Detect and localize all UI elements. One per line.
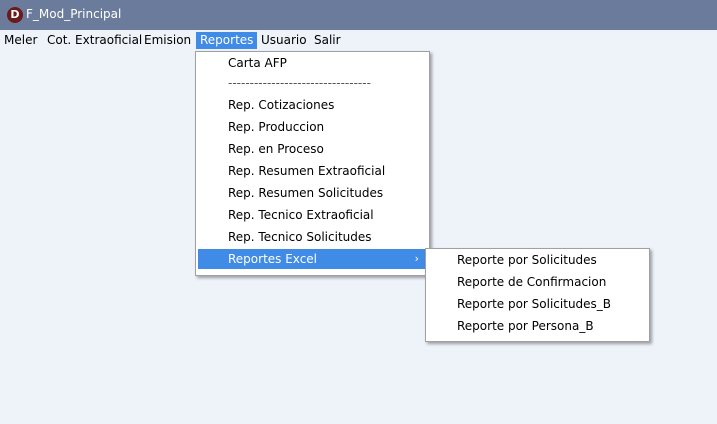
submenu-item-reporte-por-solicitudes-b[interactable]: Reporte por Solicitudes_B xyxy=(428,294,647,314)
menu-reportes[interactable]: Reportes xyxy=(196,32,258,49)
submenu-item-reporte-de-confirmacion[interactable]: Reporte de Confirmacion xyxy=(428,272,647,292)
app-logo-icon: D xyxy=(7,7,23,23)
menu-item-label: Rep. Produccion xyxy=(228,120,325,134)
menu-item-reportes-excel[interactable]: Reportes Excel › xyxy=(198,249,427,269)
menu-separator: --------------------------------- xyxy=(198,73,427,93)
submenu-item-label: Reporte por Solicitudes xyxy=(457,253,597,267)
menu-item-rep-cotizaciones[interactable]: Rep. Cotizaciones xyxy=(198,95,427,115)
submenu-item-label: Reporte por Persona_B xyxy=(457,319,594,333)
menu-item-label: Rep. Resumen Solicitudes xyxy=(228,186,384,200)
menu-item-label: Rep. Cotizaciones xyxy=(228,98,335,112)
submenu-item-label: Reporte de Confirmacion xyxy=(457,275,607,289)
menu-item-rep-en-proceso[interactable]: Rep. en Proceso xyxy=(198,139,427,159)
menu-item-rep-produccion[interactable]: Rep. Produccion xyxy=(198,117,427,137)
window-title: F_Mod_Principal xyxy=(26,7,122,21)
menu-item-label: Rep. Resumen Extraoficial xyxy=(228,164,386,178)
submenu-item-label: Reporte por Solicitudes_B xyxy=(457,297,612,311)
menu-item-rep-tecnico-extraoficial[interactable]: Rep. Tecnico Extraoficial xyxy=(198,205,427,225)
reportes-excel-submenu: Reporte por Solicitudes Reporte de Confi… xyxy=(425,248,650,342)
menu-item-label: Rep. Tecnico Solicitudes xyxy=(228,230,372,244)
menu-item-label: Rep. Tecnico Extraoficial xyxy=(228,208,374,222)
menu-usuario[interactable]: Usuario xyxy=(257,32,311,49)
menu-item-label: Carta AFP xyxy=(228,56,287,70)
menu-salir[interactable]: Salir xyxy=(310,32,345,49)
menu-item-label: Reportes Excel xyxy=(228,252,318,266)
menu-item-rep-resumen-solicitudes[interactable]: Rep. Resumen Solicitudes xyxy=(198,183,427,203)
menu-item-rep-resumen-extraoficial[interactable]: Rep. Resumen Extraoficial xyxy=(198,161,427,181)
separator-line: --------------------------------- xyxy=(228,76,371,90)
submenu-arrow-icon: › xyxy=(414,252,419,265)
title-bar: D F_Mod_Principal xyxy=(0,0,717,30)
menu-cot-extraoficial[interactable]: Cot. Extraoficial xyxy=(43,32,146,49)
menu-item-label: Rep. en Proceso xyxy=(228,142,324,156)
submenu-item-reporte-por-persona-b[interactable]: Reporte por Persona_B xyxy=(428,316,647,336)
menu-emision[interactable]: Emision xyxy=(140,32,195,49)
reportes-dropdown: Carta AFP ------------------------------… xyxy=(195,51,430,276)
menu-meler[interactable]: Meler xyxy=(0,32,41,49)
menu-bar: Meler Cot. Extraoficial Emision Reportes… xyxy=(0,30,717,50)
menu-item-rep-tecnico-solicitudes[interactable]: Rep. Tecnico Solicitudes xyxy=(198,227,427,247)
menu-item-carta-afp[interactable]: Carta AFP xyxy=(198,53,427,73)
submenu-item-reporte-por-solicitudes[interactable]: Reporte por Solicitudes xyxy=(428,250,647,270)
